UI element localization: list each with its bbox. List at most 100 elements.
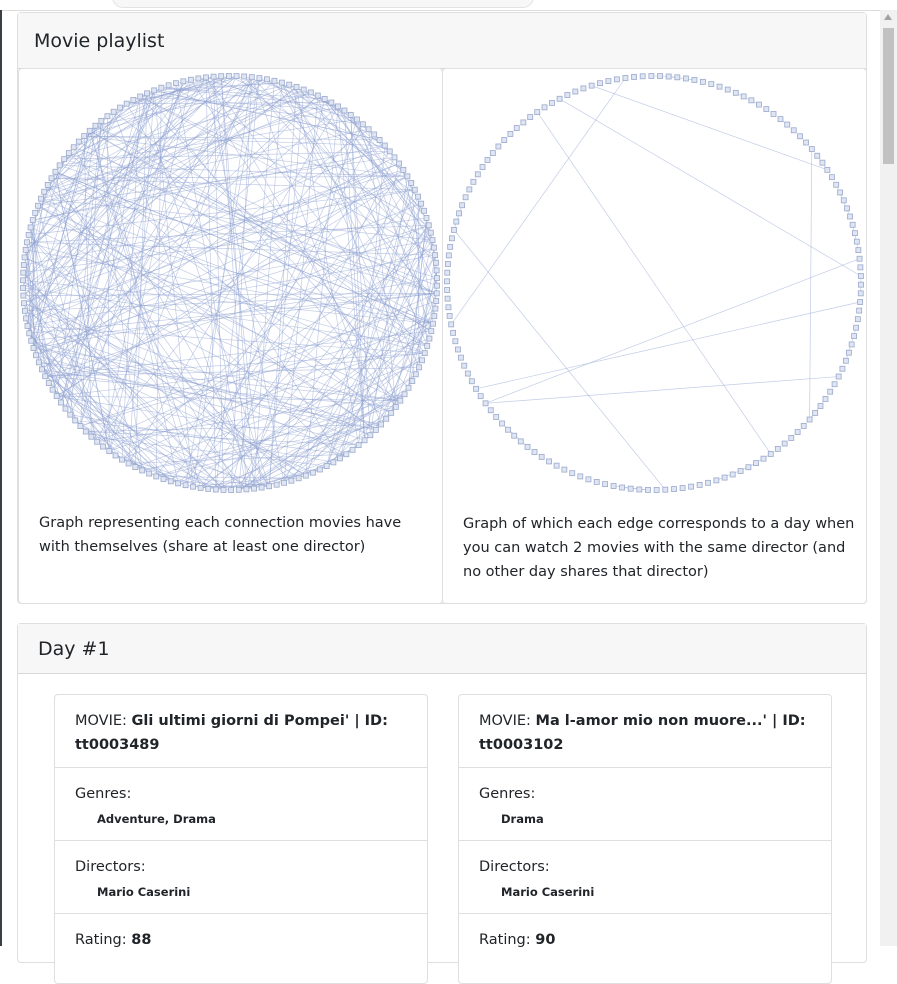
graph-node [632, 74, 637, 79]
address-bar[interactable] [112, 0, 534, 8]
graph-node [485, 157, 490, 162]
graph-node [362, 438, 367, 443]
graph-node [429, 329, 434, 334]
graph-node [82, 134, 87, 139]
graph-node [846, 350, 851, 355]
graph-node [372, 132, 377, 137]
graph-node [809, 147, 814, 152]
graph-node [58, 400, 63, 405]
graph-node [181, 79, 186, 84]
graph-node [113, 453, 118, 458]
graph-node [99, 118, 104, 123]
graph-node [173, 81, 178, 86]
directors-value: Mario Caserini [479, 881, 811, 903]
vertical-scrollbar[interactable] [880, 10, 897, 946]
genres-label: Genres: [479, 782, 811, 806]
graph-node [161, 477, 166, 482]
graph-edge [325, 99, 431, 233]
graph-node [778, 117, 783, 122]
graph-node [409, 180, 414, 185]
graph-node [453, 339, 458, 344]
graph-node [24, 316, 29, 321]
graph-node [34, 353, 39, 358]
graph-node [597, 81, 602, 86]
graph-node [196, 76, 201, 81]
graph-node [663, 487, 668, 492]
graph-node [373, 427, 378, 432]
graph-node [823, 396, 828, 401]
graph-node [159, 85, 164, 90]
graph-node [272, 78, 277, 83]
graph-node [854, 239, 859, 244]
graph-node [474, 386, 479, 391]
graph-node [801, 423, 806, 428]
graph-node [798, 134, 803, 139]
graph-node [578, 474, 583, 479]
graph-node [431, 245, 436, 250]
graph-node [337, 456, 342, 461]
graph-node [21, 293, 26, 298]
directors-section: Directors: Mario Caserini [459, 841, 831, 914]
graph-node [428, 230, 433, 235]
graph-node [131, 97, 136, 102]
graph-node [424, 215, 429, 220]
genres-label: Genres: [75, 782, 407, 806]
graph-node [50, 387, 55, 392]
graph-node [229, 487, 234, 492]
graph-node [279, 80, 284, 85]
graph-node [457, 211, 462, 216]
graph-node [26, 232, 31, 237]
movie-card: MOVIE: Gli ultimi giorni di Pompei' | ID… [54, 694, 428, 984]
graph-node [768, 451, 773, 456]
graph-node [183, 483, 188, 488]
graph-node [22, 308, 27, 313]
graph-node [124, 101, 129, 106]
graph-node [692, 77, 697, 82]
graph-node [93, 123, 98, 128]
graph-node [22, 255, 27, 260]
graph-node [426, 223, 431, 228]
graph-node [828, 389, 833, 394]
graph-edge [42, 369, 171, 481]
graph-node [525, 444, 530, 449]
graph-node [586, 477, 591, 482]
graph-node [714, 478, 719, 483]
graph-node [505, 427, 510, 432]
graph-node [398, 398, 403, 403]
graph-node [606, 79, 611, 84]
graph-node [379, 422, 384, 427]
graph-node [289, 478, 294, 483]
graph-node [392, 155, 397, 160]
rating-section: Rating: 88 [55, 914, 427, 952]
graph-node [834, 182, 839, 187]
graph-node [535, 110, 540, 115]
graph-node [445, 270, 450, 275]
graph-node [623, 75, 628, 80]
graph-edge [109, 80, 191, 451]
graph-node [467, 187, 472, 192]
graph-node [675, 75, 680, 80]
graph-node [356, 443, 361, 448]
graph-node [449, 322, 454, 327]
graph-node [640, 74, 645, 79]
graph-node [49, 176, 54, 181]
graph-node [296, 476, 301, 481]
graph-node [402, 392, 407, 397]
graph-node [294, 84, 299, 89]
graph-edge [486, 259, 860, 404]
graph-node [111, 109, 116, 114]
graph-node [754, 461, 759, 466]
graph-edge [853, 225, 859, 250]
graph-node [33, 210, 38, 215]
scroll-up-arrow-icon[interactable] [884, 14, 892, 20]
scrollbar-thumb[interactable] [883, 28, 894, 164]
graph-node [45, 182, 50, 187]
graph-node [514, 126, 519, 131]
directors-section: Directors: Mario Caserini [55, 841, 427, 914]
graph-node [857, 256, 862, 261]
graph-node [252, 486, 257, 491]
graph-node [820, 160, 825, 165]
graph-edge [60, 93, 147, 165]
graph-node [849, 342, 854, 347]
graph-node [36, 360, 41, 365]
